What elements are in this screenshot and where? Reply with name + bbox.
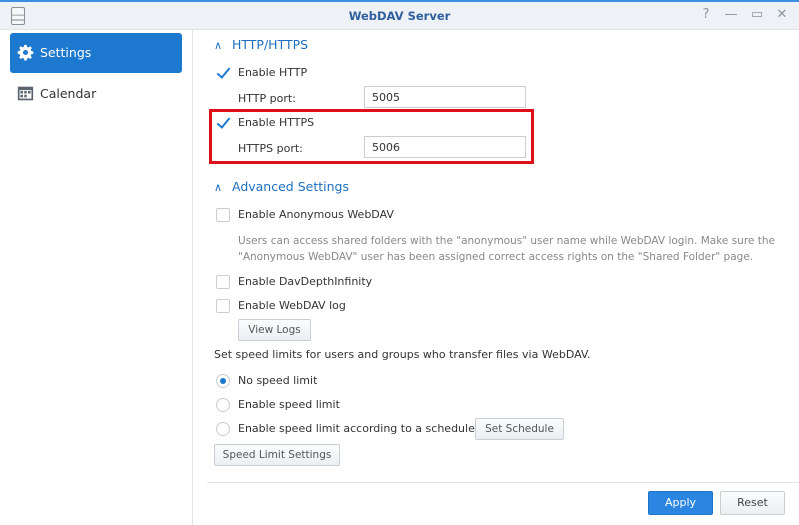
sidebar-item-label: Calendar: [40, 86, 97, 101]
webdav-log-label: Enable WebDAV log: [238, 299, 346, 312]
calendar-icon: [17, 86, 34, 101]
http-port-label: HTTP port:: [238, 92, 296, 105]
depth-infinity-label: Enable DavDepthInfinity: [238, 275, 373, 288]
gear-icon: [17, 44, 34, 61]
chevron-up-icon: ∧: [214, 181, 223, 194]
speed-limit-intro: Set speed limits for users and groups wh…: [214, 348, 591, 361]
sidebar-item-label: Settings: [40, 45, 92, 60]
settings-panel: ∧ HTTP/HTTPS Enable HTTP HTTP port: Enab…: [194, 30, 799, 485]
section-advanced-settings[interactable]: ∧ Advanced Settings: [214, 179, 349, 194]
anonymous-webdav-checkbox[interactable]: [216, 208, 230, 222]
https-highlight-box: [209, 109, 534, 164]
anonymous-description: Users can access shared folders with the…: [238, 233, 778, 265]
footer-divider: [207, 482, 799, 483]
http-port-input[interactable]: [364, 86, 526, 108]
minimize-icon[interactable]: —: [723, 7, 739, 23]
no-speed-limit-label: No speed limit: [238, 374, 318, 387]
enable-http-checkbox[interactable]: [216, 66, 230, 80]
no-speed-limit-radio[interactable]: [216, 374, 230, 388]
section-title: HTTP/HTTPS: [231, 37, 309, 52]
title-bar: WebDAV Server ? — ▭ ✕: [0, 0, 799, 30]
anonymous-webdav-label: Enable Anonymous WebDAV: [238, 208, 394, 221]
enable-speed-limit-radio[interactable]: [216, 398, 230, 412]
speed-limit-settings-button[interactable]: Speed Limit Settings: [214, 444, 340, 466]
apply-button[interactable]: Apply: [648, 491, 713, 515]
view-logs-button[interactable]: View Logs: [238, 319, 311, 341]
enable-http-label: Enable HTTP: [238, 66, 308, 79]
close-icon[interactable]: ✕: [774, 7, 790, 23]
maximize-icon[interactable]: ▭: [749, 7, 765, 23]
schedule-speed-limit-radio[interactable]: [216, 422, 230, 436]
schedule-speed-limit-label: Enable speed limit according to a schedu…: [238, 422, 475, 435]
section-http-https[interactable]: ∧ HTTP/HTTPS: [214, 37, 308, 52]
anonymous-description-line-1: Users can access shared folders with the…: [238, 235, 775, 247]
sidebar-item-settings[interactable]: Settings: [10, 33, 182, 73]
sidebar: Settings Calendar: [0, 30, 193, 525]
webdav-log-checkbox[interactable]: [216, 299, 230, 313]
anonymous-description-line-2: "Anonymous WebDAV" user has been assigne…: [238, 251, 754, 263]
depth-infinity-checkbox[interactable]: [216, 275, 230, 289]
sidebar-item-calendar[interactable]: Calendar: [10, 74, 182, 114]
set-schedule-button[interactable]: Set Schedule: [475, 418, 564, 440]
help-icon[interactable]: ?: [698, 7, 714, 23]
enable-speed-limit-label: Enable speed limit: [238, 398, 340, 411]
reset-button[interactable]: Reset: [720, 491, 785, 515]
chevron-up-icon: ∧: [214, 39, 223, 52]
window-title: WebDAV Server: [348, 9, 451, 23]
section-title: Advanced Settings: [231, 179, 349, 194]
